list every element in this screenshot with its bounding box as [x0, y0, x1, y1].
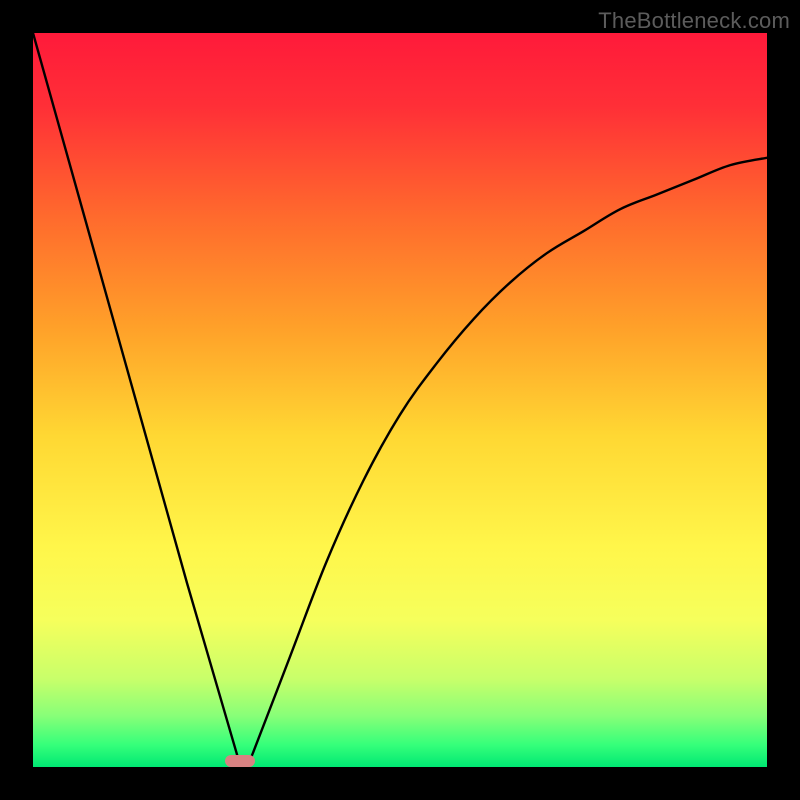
bottleneck-curve — [33, 33, 767, 767]
plot-area — [33, 33, 767, 767]
outer-frame: TheBottleneck.com — [0, 0, 800, 800]
cusp-marker — [225, 755, 255, 767]
watermark-text: TheBottleneck.com — [598, 8, 790, 34]
